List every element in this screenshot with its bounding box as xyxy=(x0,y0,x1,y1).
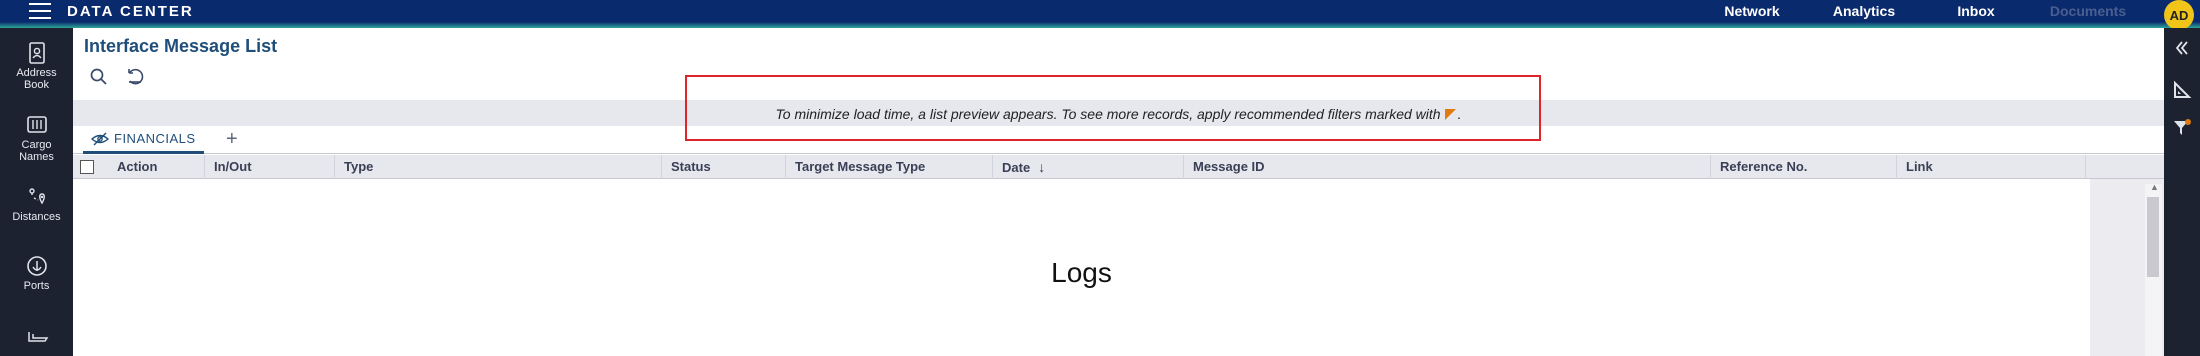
col-header-spacer xyxy=(2085,155,2164,179)
sidebar-item-cargo-names[interactable]: Cargo Names xyxy=(0,114,73,163)
page-title: Interface Message List xyxy=(84,36,278,56)
nav-network[interactable]: Network xyxy=(1696,3,1808,19)
vessel-icon xyxy=(27,332,48,342)
grid-body: Logs xyxy=(73,179,2090,356)
nav-documents: Documents xyxy=(2049,3,2127,19)
add-tab-button[interactable]: + xyxy=(226,129,238,149)
address-book-icon xyxy=(28,42,45,64)
tab-label: FINANCIALS xyxy=(114,131,196,146)
sort-descending-icon: ↓ xyxy=(1038,159,1046,175)
hamburger-menu-icon[interactable] xyxy=(29,3,51,19)
ruler-icon[interactable] xyxy=(2172,80,2192,100)
col-header-link[interactable]: Link xyxy=(1896,155,2079,179)
sidebar-item-label: Cargo Names xyxy=(19,139,54,163)
col-header-action[interactable]: Action xyxy=(108,155,188,179)
distances-icon xyxy=(28,188,45,205)
sidebar-item-label: Address Book xyxy=(16,67,57,91)
scroll-thumb[interactable] xyxy=(2147,197,2159,277)
scroll-area: ▲ xyxy=(2090,179,2164,356)
col-header-reference-no[interactable]: Reference No. xyxy=(1710,155,1895,179)
tab-bar: FINANCIALS + xyxy=(73,126,2164,154)
sidebar-item-ports[interactable]: Ports xyxy=(0,255,73,292)
top-bar: DATA CENTER Network Analytics Inbox Docu… xyxy=(0,0,2200,30)
sidebar-item-label: Ports xyxy=(23,280,50,292)
search-icon[interactable] xyxy=(88,66,110,88)
cargo-icon xyxy=(26,116,47,133)
hidden-eye-icon xyxy=(91,132,109,145)
empty-state-text: Logs xyxy=(1051,257,1112,288)
col-header-type[interactable]: Type xyxy=(334,155,659,179)
filter-icon[interactable] xyxy=(2172,118,2192,138)
sidebar-item-address-book[interactable]: Address Book xyxy=(0,42,73,91)
sidebar-item-label: Distances xyxy=(12,211,61,223)
anchor-icon xyxy=(26,256,47,276)
select-all-checkbox[interactable] xyxy=(80,160,94,174)
app-title: DATA CENTER xyxy=(67,3,194,20)
avatar[interactable]: AD xyxy=(2164,0,2194,30)
col-header-status[interactable]: Status xyxy=(661,155,785,179)
col-header-in-out[interactable]: In/Out xyxy=(204,155,312,179)
sidebar: Address Book Cargo Names Distances Ports xyxy=(0,28,73,356)
scroll-up-icon[interactable]: ▲ xyxy=(2150,182,2159,192)
col-header-target-message-type[interactable]: Target Message Type xyxy=(785,155,977,179)
main-content: Interface Message List To minimize load … xyxy=(73,28,2164,356)
col-header-date[interactable]: Date ↓ xyxy=(992,155,1175,179)
top-nav: Network Analytics Inbox Documents xyxy=(1696,3,2144,19)
col-header-message-id[interactable]: Message ID xyxy=(1183,155,1713,179)
grid-header: Action In/Out Type Status Target Message… xyxy=(73,155,2164,179)
sidebar-item-vessels[interactable] xyxy=(0,326,73,351)
nav-analytics[interactable]: Analytics xyxy=(1808,3,1920,19)
collapse-icon[interactable] xyxy=(2172,38,2192,58)
right-rail xyxy=(2164,28,2200,356)
nav-inbox[interactable]: Inbox xyxy=(1920,3,2032,19)
sidebar-item-distances[interactable]: Distances xyxy=(0,186,73,223)
reset-icon[interactable] xyxy=(124,66,146,88)
tab-financials[interactable]: FINANCIALS xyxy=(83,126,204,154)
